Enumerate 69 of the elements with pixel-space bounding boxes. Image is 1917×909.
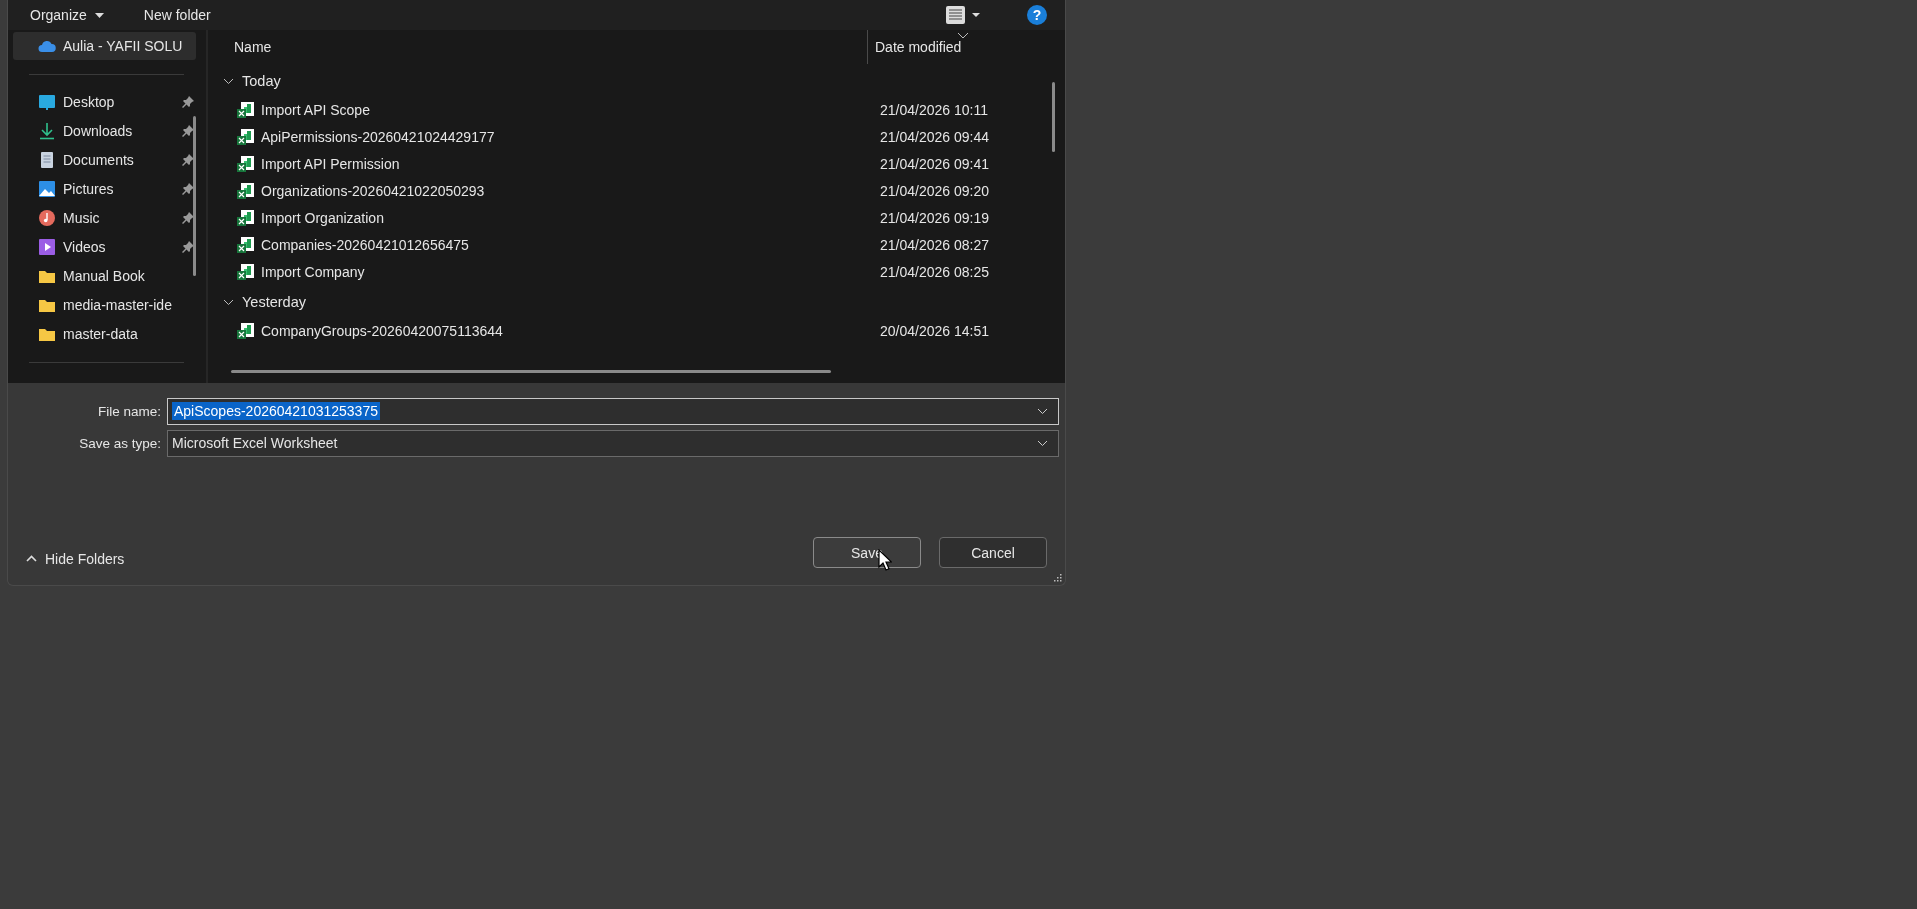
file-name-field[interactable]: ApiScopes-20260421031253375 xyxy=(167,397,1059,425)
group-header[interactable]: Today xyxy=(219,66,1065,96)
picture-icon xyxy=(38,179,56,198)
date-modified: 21/04/2026 09:41 xyxy=(880,155,989,172)
new-folder-button[interactable]: New folder xyxy=(137,5,217,25)
dropdown-chevron-icon[interactable] xyxy=(1037,439,1048,447)
date-modified: 21/04/2026 09:19 xyxy=(880,209,989,226)
sidebar-item[interactable]: Documents xyxy=(13,145,196,174)
pin-icon xyxy=(182,240,194,253)
date-modified: 21/04/2026 09:44 xyxy=(880,128,989,145)
pin-icon xyxy=(182,211,194,224)
chevron-up-icon xyxy=(26,555,37,562)
file-name[interactable]: ApiPermissions-20260421024429177 xyxy=(261,128,880,145)
pin-icon xyxy=(182,153,194,166)
file-name[interactable]: Import Company xyxy=(261,263,880,280)
dropdown-chevron-icon[interactable] xyxy=(1037,407,1048,415)
hide-folders-button[interactable]: Hide Folders xyxy=(26,550,125,567)
field-label: Save as type: xyxy=(78,435,162,451)
group-header[interactable]: Yesterday xyxy=(219,287,1065,317)
spreadsheet-file-icon xyxy=(237,127,255,146)
sidebar-item[interactable]: Aulia - YAFII SOLU xyxy=(13,32,196,60)
pin-icon xyxy=(182,124,194,137)
spreadsheet-file-icon xyxy=(237,208,255,227)
music-note-icon xyxy=(38,208,56,227)
date-modified: 20/04/2026 14:51 xyxy=(880,322,989,339)
file-name[interactable]: Import API Permission xyxy=(261,155,880,172)
download-icon xyxy=(38,121,56,140)
monitor-icon xyxy=(38,92,56,111)
spreadsheet-file-icon xyxy=(237,181,255,200)
video-icon xyxy=(38,237,56,256)
file-name[interactable]: Companies-20260421012656475 xyxy=(261,236,880,253)
document-icon xyxy=(38,150,56,169)
scrollbar[interactable] xyxy=(1052,82,1055,152)
column-header[interactable]: Name xyxy=(219,30,868,64)
sidebar-item[interactable]: Desktop xyxy=(13,87,196,116)
list-view-icon[interactable] xyxy=(945,5,981,25)
scrollbar[interactable] xyxy=(231,370,831,373)
spreadsheet-file-icon xyxy=(237,321,255,340)
sort-chevron-icon xyxy=(957,32,969,39)
scrollbar[interactable] xyxy=(193,116,196,276)
pin-icon xyxy=(182,182,194,195)
dialog-button[interactable]: Cancel xyxy=(939,537,1047,568)
sidebar-item[interactable]: Music xyxy=(13,203,196,232)
sidebar-item[interactable]: Videos xyxy=(13,232,196,261)
spreadsheet-file-icon xyxy=(237,262,255,281)
column-header[interactable]: Date modified xyxy=(868,39,962,55)
field-label: File name: xyxy=(96,403,162,419)
sidebar-item[interactable]: Downloads xyxy=(13,116,196,145)
sidebar-item[interactable]: Pictures xyxy=(13,174,196,203)
sidebar-item[interactable]: media-master-ide xyxy=(13,290,196,319)
file-name[interactable]: Organizations-20260421022050293 xyxy=(261,182,880,199)
file-type-dropdown[interactable]: Microsoft Excel Worksheet xyxy=(167,429,1059,457)
spreadsheet-file-icon xyxy=(237,235,255,254)
sidebar-item[interactable]: Manual Book xyxy=(13,261,196,290)
help-icon[interactable]: ? xyxy=(1027,5,1047,25)
file-name[interactable]: Import API Scope xyxy=(261,101,880,118)
date-modified: 21/04/2026 10:11 xyxy=(880,101,988,118)
sidebar-item[interactable]: master-data xyxy=(13,319,196,348)
caret-icon xyxy=(94,12,104,18)
organize-button[interactable]: Organize xyxy=(24,5,110,25)
spreadsheet-file-icon xyxy=(237,100,255,119)
pin-icon xyxy=(182,95,194,108)
date-modified: 21/04/2026 08:27 xyxy=(880,236,989,253)
resize-grip-icon[interactable] xyxy=(1053,573,1062,582)
file-name[interactable]: Import Organization xyxy=(261,209,880,226)
file-name[interactable]: CompanyGroups-20260420075113644 xyxy=(261,322,880,339)
spreadsheet-file-icon xyxy=(237,154,255,173)
date-modified: 21/04/2026 09:20 xyxy=(880,182,989,199)
date-modified: 21/04/2026 08:25 xyxy=(880,263,989,280)
